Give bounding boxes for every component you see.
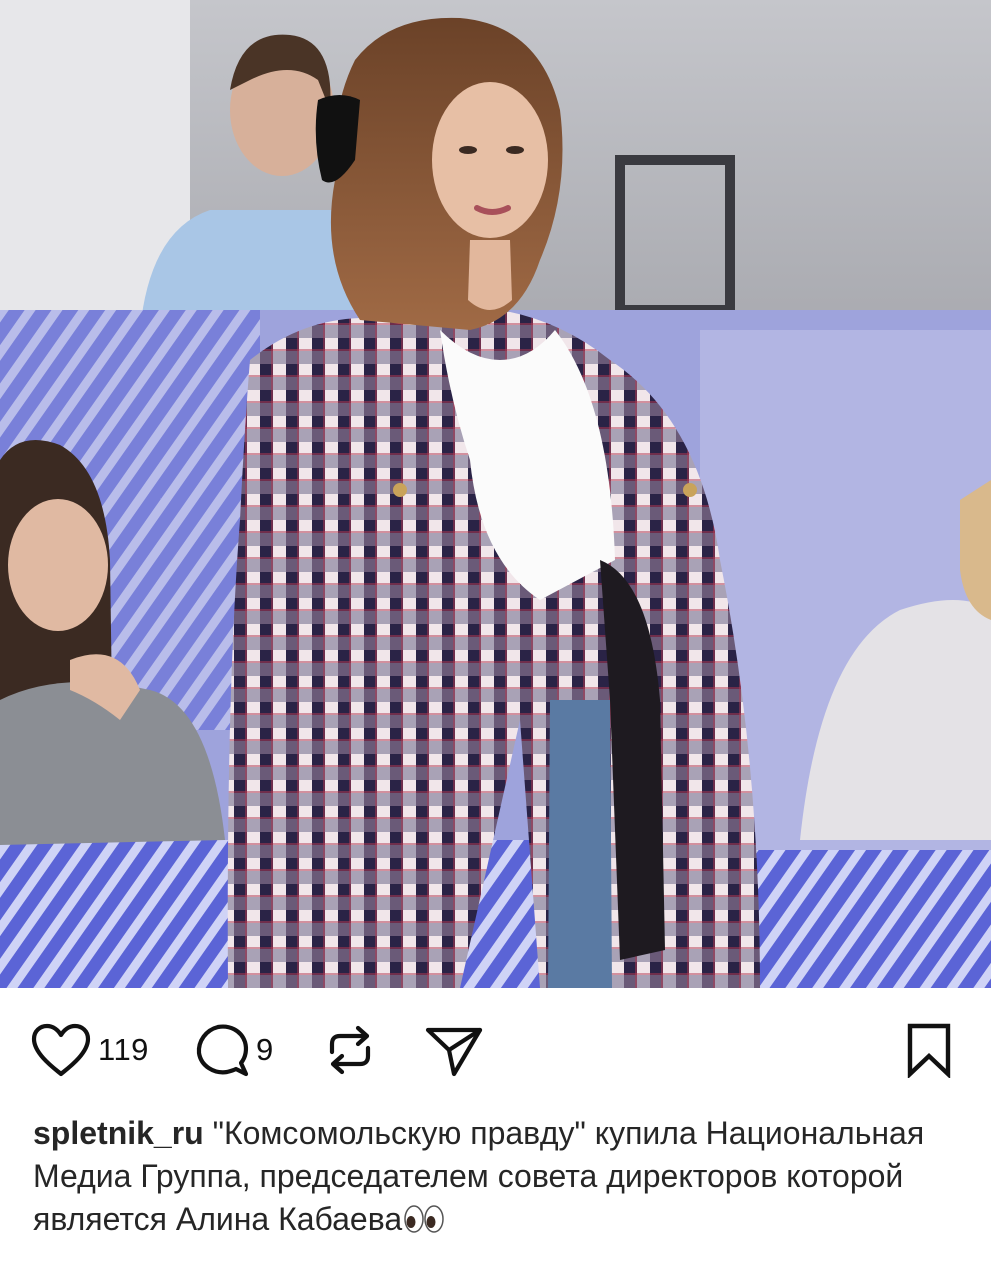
likes-count: 119 — [98, 1032, 149, 1067]
repost-button[interactable] — [324, 1010, 376, 1090]
share-button[interactable] — [424, 1010, 484, 1090]
bookmark-icon — [907, 1023, 951, 1078]
save-button[interactable] — [904, 1010, 954, 1090]
like-button[interactable]: 119 — [30, 1010, 149, 1090]
username-link[interactable]: spletnik_ru — [33, 1115, 204, 1151]
heart-icon — [31, 1023, 91, 1077]
post-caption: spletnik_ru "Комсомольскую правду" купил… — [33, 1112, 963, 1245]
repost-arrows-icon — [329, 1025, 371, 1075]
comments-count: 9 — [256, 1032, 274, 1067]
comment-button[interactable]: 9 — [194, 1010, 274, 1090]
eyes-icon — [404, 1205, 444, 1233]
speech-bubble-icon — [196, 1024, 249, 1077]
photo-illustration — [0, 0, 991, 988]
paper-plane-icon — [425, 1027, 483, 1077]
post-action-bar: 119 9 — [0, 1010, 991, 1090]
eyes-emoji-icon — [403, 1202, 445, 1245]
post-photo[interactable] — [0, 0, 991, 988]
